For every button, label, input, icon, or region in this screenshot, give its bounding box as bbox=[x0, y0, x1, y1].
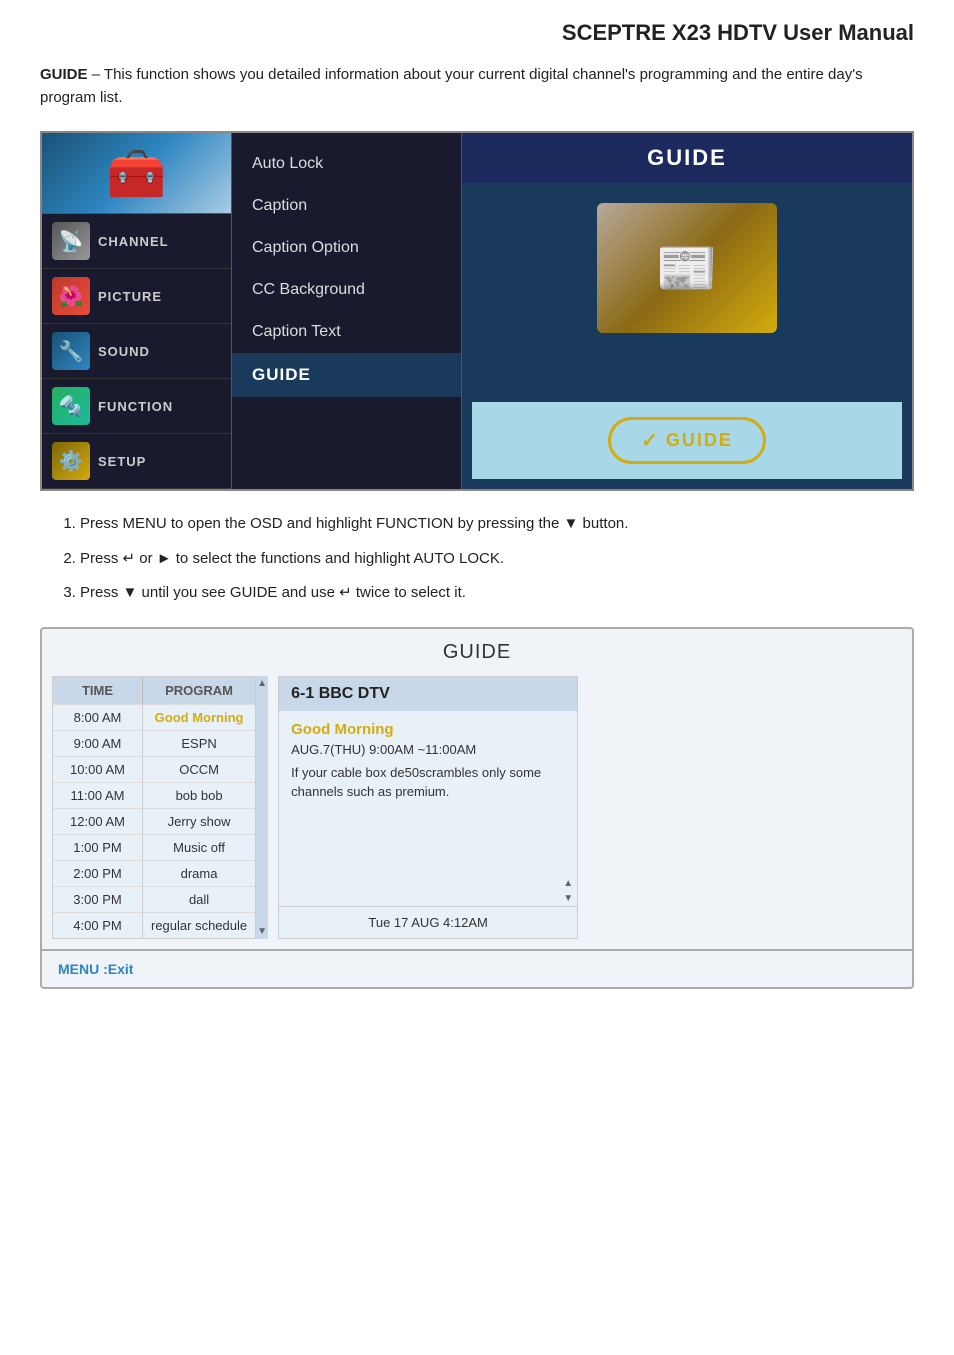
sidebar-label-channel: CHANNEL bbox=[98, 234, 169, 249]
menu-option-guide[interactable]: GUIDE bbox=[232, 353, 461, 397]
page-title: SCEPTRE X23 HDTV User Manual bbox=[40, 20, 914, 46]
table-row[interactable]: 9:00 AM ESPN bbox=[53, 730, 255, 756]
prog-cell: regular schedule bbox=[143, 913, 255, 938]
guide-oval-text: GUIDE bbox=[666, 430, 733, 451]
picture-icon: 🌺 bbox=[52, 277, 90, 315]
intro-bold: GUIDE bbox=[40, 66, 88, 83]
prog-cell: ESPN bbox=[143, 731, 255, 756]
guide-menu-exit[interactable]: MENU :Exit bbox=[42, 949, 912, 987]
detail-prog-title: Good Morning bbox=[291, 721, 565, 738]
osd-right-header: GUIDE bbox=[462, 133, 912, 183]
guide-button-area: ✓ GUIDE bbox=[472, 402, 902, 479]
prog-cell: Good Morning bbox=[143, 705, 255, 730]
menu-option-caption-text[interactable]: Caption Text bbox=[232, 311, 461, 353]
instructions-section: Press MENU to open the OSD and highlight… bbox=[40, 513, 914, 605]
osd-right-content: 📰 ✓ GUIDE bbox=[462, 183, 912, 489]
detail-prog-time: AUG.7(THU) 9:00AM ~11:00AM bbox=[291, 742, 565, 757]
scroll-up-icon[interactable]: ▲ bbox=[257, 678, 267, 689]
time-cell: 2:00 PM bbox=[53, 861, 143, 886]
prog-cell: OCCM bbox=[143, 757, 255, 782]
time-cell: 12:00 AM bbox=[53, 809, 143, 834]
detail-scroll-down-icon[interactable]: ▼ bbox=[563, 893, 573, 904]
osd-screenshot: 🧰 📡 CHANNEL 🌺 PICTURE 🔧 SOUND 🔩 FUNCTION… bbox=[40, 131, 914, 491]
time-cell: 11:00 AM bbox=[53, 783, 143, 808]
sidebar-item-sound[interactable]: 🔧 SOUND bbox=[42, 324, 231, 379]
table-row[interactable]: 2:00 PM drama bbox=[53, 860, 255, 886]
prog-cell: dall bbox=[143, 887, 255, 912]
intro-paragraph: GUIDE – This function shows you detailed… bbox=[40, 64, 914, 109]
sidebar-item-picture[interactable]: 🌺 PICTURE bbox=[42, 269, 231, 324]
col-program-header: PROGRAM bbox=[143, 677, 255, 704]
guide-section-title: GUIDE bbox=[42, 629, 912, 676]
prog-cell: bob bob bbox=[143, 783, 255, 808]
osd-right-panel: GUIDE 📰 ✓ GUIDE bbox=[462, 133, 912, 489]
function-icon: 🔩 bbox=[52, 387, 90, 425]
guide-table-header: TIME PROGRAM bbox=[53, 677, 255, 704]
col-time-header: TIME bbox=[53, 677, 143, 704]
instruction-1: Press MENU to open the OSD and highlight… bbox=[80, 513, 914, 536]
prog-cell: Jerry show bbox=[143, 809, 255, 834]
table-row[interactable]: 3:00 PM dall bbox=[53, 886, 255, 912]
checkmark-icon: ✓ bbox=[641, 428, 658, 453]
time-cell: 4:00 PM bbox=[53, 913, 143, 938]
channel-icon: 📡 bbox=[52, 222, 90, 260]
toolbox-icon: 🧰 bbox=[107, 145, 167, 202]
instruction-2: Press ↵ or ► to select the functions and… bbox=[80, 548, 914, 571]
sidebar-item-setup[interactable]: ⚙️ SETUP bbox=[42, 434, 231, 489]
table-row[interactable]: 8:00 AM Good Morning bbox=[53, 704, 255, 730]
guide-detail-panel: 6-1 BBC DTV Good Morning AUG.7(THU) 9:00… bbox=[278, 676, 578, 939]
time-cell: 9:00 AM bbox=[53, 731, 143, 756]
sidebar-item-channel[interactable]: 📡 CHANNEL bbox=[42, 214, 231, 269]
prog-cell: drama bbox=[143, 861, 255, 886]
book-image: 📰 bbox=[597, 203, 777, 333]
guide-oval-button[interactable]: ✓ GUIDE bbox=[608, 417, 766, 464]
channel-name: 6-1 BBC DTV bbox=[279, 677, 577, 711]
menu-option-caption-option[interactable]: Caption Option bbox=[232, 227, 461, 269]
sound-icon: 🔧 bbox=[52, 332, 90, 370]
detail-scroll-up-icon[interactable]: ▲ bbox=[563, 878, 573, 889]
time-cell: 10:00 AM bbox=[53, 757, 143, 782]
sidebar-label-function: FUNCTION bbox=[98, 399, 173, 414]
sidebar-item-function[interactable]: 🔩 FUNCTION bbox=[42, 379, 231, 434]
osd-middle-menu: Auto Lock Caption Caption Option CC Back… bbox=[232, 133, 462, 489]
table-row[interactable]: 1:00 PM Music off bbox=[53, 834, 255, 860]
guide-schedule-panel: TIME PROGRAM 8:00 AM Good Morning 9:00 A… bbox=[52, 676, 268, 939]
time-cell: 1:00 PM bbox=[53, 835, 143, 860]
scroll-down-icon[interactable]: ▼ bbox=[257, 926, 267, 937]
intro-text: – This function shows you detailed infor… bbox=[40, 66, 863, 106]
table-row[interactable]: 4:00 PM regular schedule bbox=[53, 912, 255, 938]
guide-detail-body: Good Morning AUG.7(THU) 9:00AM ~11:00AM … bbox=[279, 711, 577, 876]
sidebar-label-picture: PICTURE bbox=[98, 289, 162, 304]
detail-timestamp: Tue 17 AUG 4:12AM bbox=[279, 906, 577, 938]
schedule-scrollbar[interactable]: ▲ ▼ bbox=[256, 676, 268, 939]
sidebar-label-setup: SETUP bbox=[98, 454, 146, 469]
table-row[interactable]: 10:00 AM OCCM bbox=[53, 756, 255, 782]
menu-option-caption[interactable]: Caption bbox=[232, 185, 461, 227]
osd-sidebar-image: 🧰 bbox=[42, 133, 231, 214]
setup-icon: ⚙️ bbox=[52, 442, 90, 480]
sidebar-label-sound: SOUND bbox=[98, 344, 150, 359]
time-cell: 8:00 AM bbox=[53, 705, 143, 730]
guide-table: TIME PROGRAM 8:00 AM Good Morning 9:00 A… bbox=[52, 676, 256, 939]
instruction-3: Press ▼ until you see GUIDE and use ↵ tw… bbox=[80, 582, 914, 605]
table-row[interactable]: 11:00 AM bob bob bbox=[53, 782, 255, 808]
guide-body: TIME PROGRAM 8:00 AM Good Morning 9:00 A… bbox=[42, 676, 912, 949]
menu-option-autolock[interactable]: Auto Lock bbox=[232, 143, 461, 185]
prog-cell: Music off bbox=[143, 835, 255, 860]
time-cell: 3:00 PM bbox=[53, 887, 143, 912]
table-row[interactable]: 12:00 AM Jerry show bbox=[53, 808, 255, 834]
detail-prog-desc: If your cable box de50scrambles only som… bbox=[291, 763, 565, 802]
osd-sidebar: 🧰 📡 CHANNEL 🌺 PICTURE 🔧 SOUND 🔩 FUNCTION… bbox=[42, 133, 232, 489]
menu-option-cc-background[interactable]: CC Background bbox=[232, 269, 461, 311]
guide-container: GUIDE TIME PROGRAM 8:00 AM Good Morning … bbox=[40, 627, 914, 989]
